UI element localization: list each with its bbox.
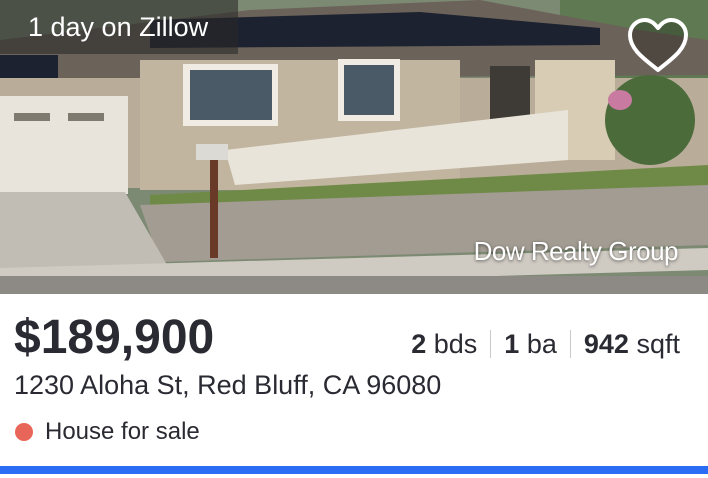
listing-photo[interactable]: 1 day on Zillow Dow Realty Group	[0, 0, 708, 294]
card-accent-bar	[0, 466, 708, 474]
beds-fact: 2 bds	[411, 329, 477, 360]
days-on-zillow-badge: 1 day on Zillow	[0, 0, 239, 54]
brokerage-name: Dow Realty Group	[473, 236, 679, 266]
fact-divider	[490, 330, 492, 358]
heart-outline-icon	[628, 18, 688, 72]
status-label: House for sale	[45, 418, 200, 445]
beds-unit: bds	[433, 328, 478, 359]
favorite-button[interactable]	[626, 16, 690, 76]
baths-unit: ba	[526, 328, 557, 359]
beds-value: 2	[411, 328, 427, 359]
fact-divider	[569, 330, 571, 358]
status-dot-icon	[15, 423, 33, 441]
listing-card[interactable]: 1 day on Zillow Dow Realty Group $189,90…	[0, 0, 708, 478]
baths-fact: 1 ba	[504, 329, 557, 360]
sqft-unit: sqft	[636, 328, 680, 359]
home-facts: 2 bds 1 ba 942 sqft	[411, 327, 680, 361]
sqft-fact: 942 sqft	[584, 329, 680, 360]
listing-price: $189,900	[14, 311, 215, 364]
listing-address-link[interactable]: 1230 Aloha St, Red Bluff, CA 96080	[14, 370, 441, 401]
sqft-value: 942	[583, 328, 629, 359]
baths-value: 1	[504, 328, 520, 359]
listing-status: House for sale	[14, 418, 200, 446]
